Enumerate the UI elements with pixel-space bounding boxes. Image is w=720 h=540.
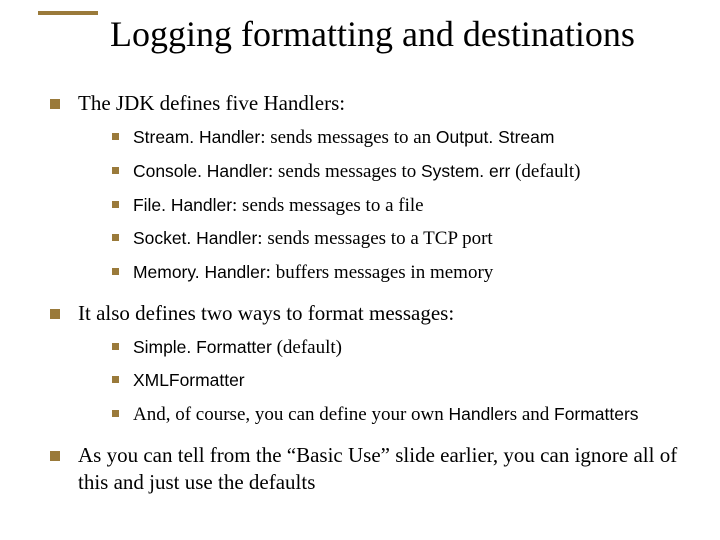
sublist: Stream. Handler: sends messages to an Ou…: [112, 125, 690, 285]
sub-text: XMLFormatter: [133, 368, 690, 394]
bullet-text: As you can tell from the “Basic Use” sli…: [78, 442, 690, 497]
sub-item: Socket. Handler: sends messages to a TCP…: [112, 226, 690, 252]
sub-text: Socket. Handler: sends messages to a TCP…: [133, 226, 690, 252]
square-bullet-icon: [112, 343, 119, 350]
code-span: Output. Stream: [436, 127, 554, 147]
sub-item: Memory. Handler: buffers messages in mem…: [112, 260, 690, 286]
square-bullet-icon: [50, 309, 60, 319]
square-bullet-icon: [112, 133, 119, 140]
code-span: Simple. Formatter: [133, 337, 272, 357]
bullet-item: As you can tell from the “Basic Use” sli…: [50, 442, 690, 497]
code-span: Memory. Handler: [133, 262, 266, 282]
sub-text: And, of course, you can define your own …: [133, 402, 690, 428]
code-span: Stream. Handler: [133, 127, 260, 147]
title-underline: [38, 11, 98, 15]
code-span: Handler: [449, 404, 510, 424]
code-span: Formatters: [554, 404, 638, 424]
sub-item: XMLFormatter: [112, 368, 690, 394]
code-span: XMLFormatter: [133, 370, 245, 390]
square-bullet-icon: [50, 451, 60, 461]
sub-item: And, of course, you can define your own …: [112, 402, 690, 428]
square-bullet-icon: [112, 201, 119, 208]
square-bullet-icon: [112, 234, 119, 241]
sub-text: Memory. Handler: buffers messages in mem…: [133, 260, 690, 286]
sub-item: File. Handler: sends messages to a file: [112, 193, 690, 219]
bullet-item: The JDK defines five Handlers:: [50, 90, 690, 117]
sub-text: Stream. Handler: sends messages to an Ou…: [133, 125, 690, 151]
square-bullet-icon: [50, 99, 60, 109]
square-bullet-icon: [112, 410, 119, 417]
bullet-text: It also defines two ways to format messa…: [78, 300, 690, 327]
sub-text: File. Handler: sends messages to a file: [133, 193, 690, 219]
square-bullet-icon: [112, 376, 119, 383]
sublist: Simple. Formatter (default) XMLFormatter…: [112, 335, 690, 428]
bullet-item: It also defines two ways to format messa…: [50, 300, 690, 327]
sub-text: Simple. Formatter (default): [133, 335, 690, 361]
sub-item: Console. Handler: sends messages to Syst…: [112, 159, 690, 185]
code-span: Console. Handler: [133, 161, 268, 181]
slide: Logging formatting and destinations The …: [0, 0, 720, 540]
square-bullet-icon: [112, 268, 119, 275]
code-span: System. err: [421, 161, 510, 181]
square-bullet-icon: [112, 167, 119, 174]
sub-text: Console. Handler: sends messages to Syst…: [133, 159, 690, 185]
slide-body: The JDK defines five Handlers: Stream. H…: [50, 90, 690, 504]
slide-title: Logging formatting and destinations: [110, 13, 635, 55]
sub-item: Simple. Formatter (default): [112, 335, 690, 361]
bullet-text: The JDK defines five Handlers:: [78, 90, 690, 117]
code-span: File. Handler: [133, 195, 232, 215]
sub-item: Stream. Handler: sends messages to an Ou…: [112, 125, 690, 151]
code-span: Socket. Handler: [133, 228, 257, 248]
